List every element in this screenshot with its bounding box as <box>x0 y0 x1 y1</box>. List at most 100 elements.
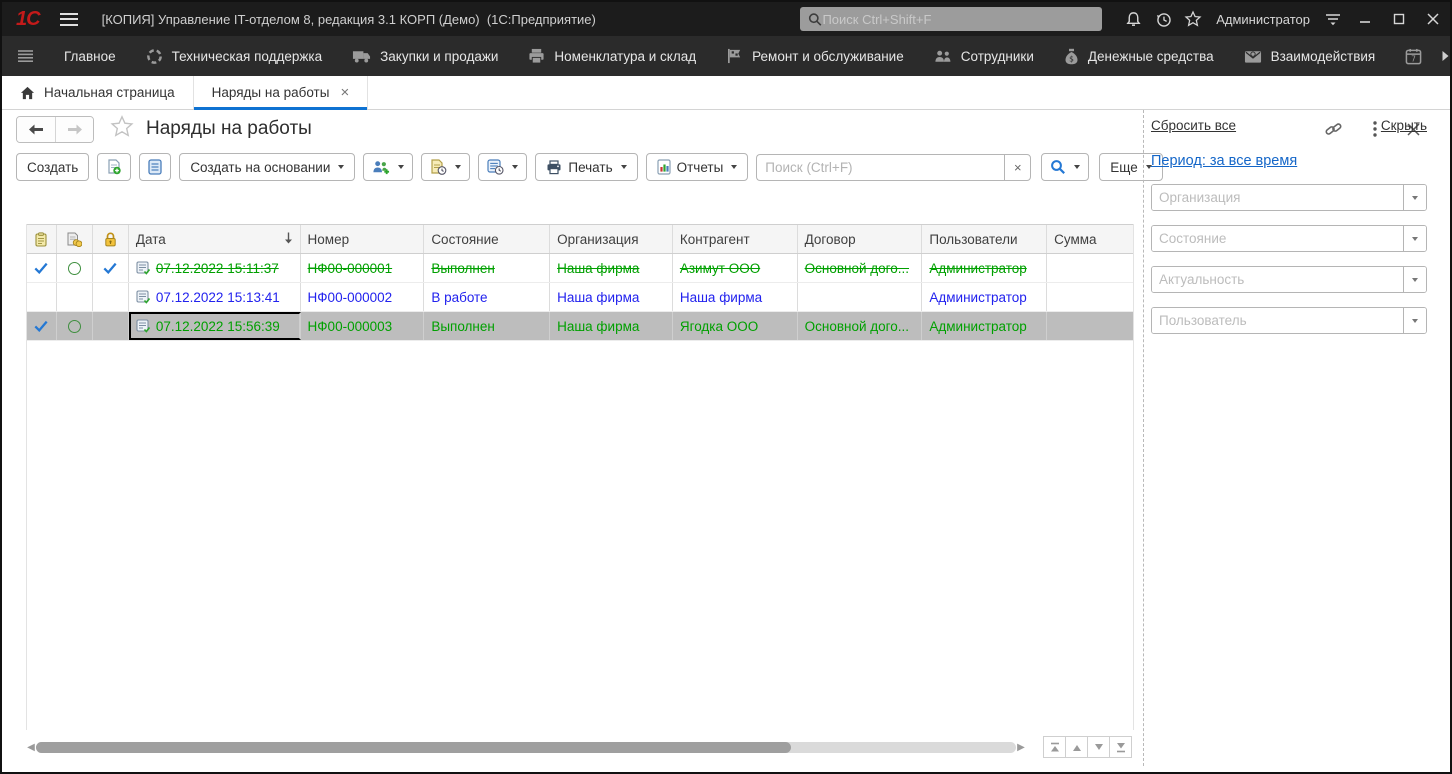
column-header-sum[interactable]: Сумма <box>1047 225 1133 253</box>
menu-item-main[interactable]: Главное <box>49 36 131 76</box>
back-button[interactable] <box>17 117 55 142</box>
actuality-dropdown-icon[interactable] <box>1403 267 1426 292</box>
scrollbar-thumb[interactable] <box>36 742 791 753</box>
move-up-button[interactable] <box>1065 736 1088 758</box>
deferred-document-button[interactable] <box>421 153 470 181</box>
column-posted-icon[interactable] <box>27 225 57 253</box>
column-lock-icon[interactable] <box>93 225 129 253</box>
menu-label: Главное <box>64 49 116 64</box>
user-dropdown-icon[interactable] <box>1403 308 1426 333</box>
actuality-check-icon <box>93 254 129 282</box>
user-settings-icon[interactable] <box>1318 6 1348 32</box>
cell-text: Администратор <box>929 290 1026 305</box>
hide-filters-link[interactable]: Скрыть <box>1381 118 1427 133</box>
menu-item-support[interactable]: Техническая поддержка <box>131 36 338 76</box>
favorites-star-icon[interactable] <box>1178 6 1208 32</box>
cell-organization: Наша фирма <box>550 283 673 311</box>
menu-item-purchases[interactable]: Закупки и продажи <box>337 36 513 76</box>
organization-dropdown-icon[interactable] <box>1403 185 1426 210</box>
tab-close-icon[interactable]: × <box>340 84 349 101</box>
user-filter-input[interactable] <box>1152 308 1403 333</box>
status-circle-icon <box>57 254 93 282</box>
assign-users-button[interactable] <box>363 153 413 181</box>
scroll-right-icon[interactable]: ▶ <box>1016 741 1026 754</box>
mail-icon <box>1244 49 1262 64</box>
column-header-contract[interactable]: Договор <box>798 225 923 253</box>
column-payment-icon[interactable] <box>57 225 93 253</box>
create-by-copy-button[interactable] <box>97 153 131 181</box>
add-to-favorites-star-icon[interactable] <box>110 115 134 143</box>
list-search-input[interactable] <box>756 154 1004 181</box>
state-filter-input[interactable] <box>1152 226 1403 251</box>
global-search-input[interactable] <box>822 12 1094 27</box>
reports-button[interactable]: Отчеты <box>646 153 749 181</box>
reset-all-filters-link[interactable]: Сбросить все <box>1151 118 1236 133</box>
sections-panel-icon[interactable] <box>2 36 49 76</box>
filter-panel: Сбросить все Скрыть Период: за все время <box>1151 110 1427 772</box>
people-icon <box>934 49 952 64</box>
list-view-button[interactable] <box>139 153 171 181</box>
cell-users: Администратор <box>922 254 1047 282</box>
column-header-contragent[interactable]: Контрагент <box>673 225 798 253</box>
table-row[interactable]: 07.12.2022 15:13:41 НФ00-000002 В работе… <box>27 283 1133 312</box>
table-row[interactable]: 07.12.2022 15:11:37 НФ00-000001 Выполнен… <box>27 254 1133 283</box>
clear-search-icon[interactable]: × <box>1004 154 1031 181</box>
titlebar: 1С [КОПИЯ] Управление IT-отделом 8, реда… <box>2 2 1450 36</box>
period-filter-link[interactable]: Период: за все время <box>1151 153 1297 169</box>
document-icon <box>136 319 151 333</box>
table-row-selected[interactable]: 07.12.2022 15:56:39 НФ00-000003 Выполнен… <box>27 312 1133 341</box>
current-user[interactable]: Администратор <box>1216 12 1310 27</box>
menu-item-repair[interactable]: Ремонт и обслуживание <box>711 36 919 76</box>
cell-date-focused[interactable]: 07.12.2022 15:56:39 <box>129 312 301 340</box>
state-dropdown-icon[interactable] <box>1403 226 1426 251</box>
advanced-search-button[interactable] <box>1041 153 1089 181</box>
go-to-top-button[interactable] <box>1043 736 1066 758</box>
move-down-button[interactable] <box>1087 736 1110 758</box>
main-menu-icon[interactable] <box>60 13 78 26</box>
column-label: Пользователи <box>929 232 1017 247</box>
actuality-filter-input[interactable] <box>1152 267 1403 292</box>
column-label: Дата <box>136 232 166 247</box>
menubar-overflow-icon[interactable] <box>1437 36 1452 76</box>
close-window-button[interactable] <box>1416 5 1450 33</box>
column-header-date[interactable]: Дата <box>129 225 301 253</box>
list-clock-icon <box>487 159 504 175</box>
forward-button[interactable] <box>55 117 93 142</box>
menu-item-nomenclature[interactable]: Номенклатура и склад <box>513 36 711 76</box>
tab-home[interactable]: Начальная страница <box>2 76 194 109</box>
dropdown-caret-icon <box>455 165 461 169</box>
column-header-users[interactable]: Пользователи <box>922 225 1047 253</box>
maximize-button[interactable] <box>1382 5 1416 33</box>
go-to-bottom-button[interactable] <box>1109 736 1132 758</box>
menu-item-interactions[interactable]: Взаимодействия <box>1229 36 1391 76</box>
notifications-bell-icon[interactable] <box>1118 6 1148 32</box>
dropdown-caret-icon <box>398 165 404 169</box>
menu-item-money[interactable]: $ Денежные средства <box>1049 36 1229 76</box>
horizontal-scrollbar[interactable]: ◀ ▶ <box>26 741 1026 754</box>
app-window: 1С [КОПИЯ] Управление IT-отделом 8, реда… <box>0 0 1452 774</box>
dropdown-caret-icon <box>621 165 627 169</box>
button-label: Создать на основании <box>190 160 330 175</box>
menu-label: Ремонт и обслуживание <box>752 49 904 64</box>
column-header-organization[interactable]: Организация <box>550 225 673 253</box>
create-based-on-button[interactable]: Создать на основании <box>179 153 355 181</box>
home-icon <box>20 86 35 100</box>
actuality-empty <box>93 312 129 340</box>
print-button[interactable]: Печать <box>535 153 637 181</box>
cell-text: Основной дого... <box>805 319 909 334</box>
actuality-filter <box>1151 266 1427 293</box>
scroll-left-icon[interactable]: ◀ <box>26 741 36 754</box>
menu-label: Закупки и продажи <box>380 49 498 64</box>
column-header-number[interactable]: Номер <box>301 225 425 253</box>
create-button[interactable]: Создать <box>16 153 89 181</box>
calendar-icon[interactable]: 7 <box>1390 36 1437 76</box>
column-header-state[interactable]: Состояние <box>424 225 550 253</box>
menu-item-staff[interactable]: Сотрудники <box>919 36 1049 76</box>
minimize-button[interactable] <box>1348 5 1382 33</box>
scrollbar-track[interactable] <box>36 742 1016 753</box>
organization-filter-input[interactable] <box>1152 185 1403 210</box>
tab-work-orders[interactable]: Наряды на работы × <box>194 76 369 109</box>
global-search[interactable] <box>800 7 1102 31</box>
scheduled-list-button[interactable] <box>478 153 527 181</box>
history-icon[interactable] <box>1148 6 1178 32</box>
